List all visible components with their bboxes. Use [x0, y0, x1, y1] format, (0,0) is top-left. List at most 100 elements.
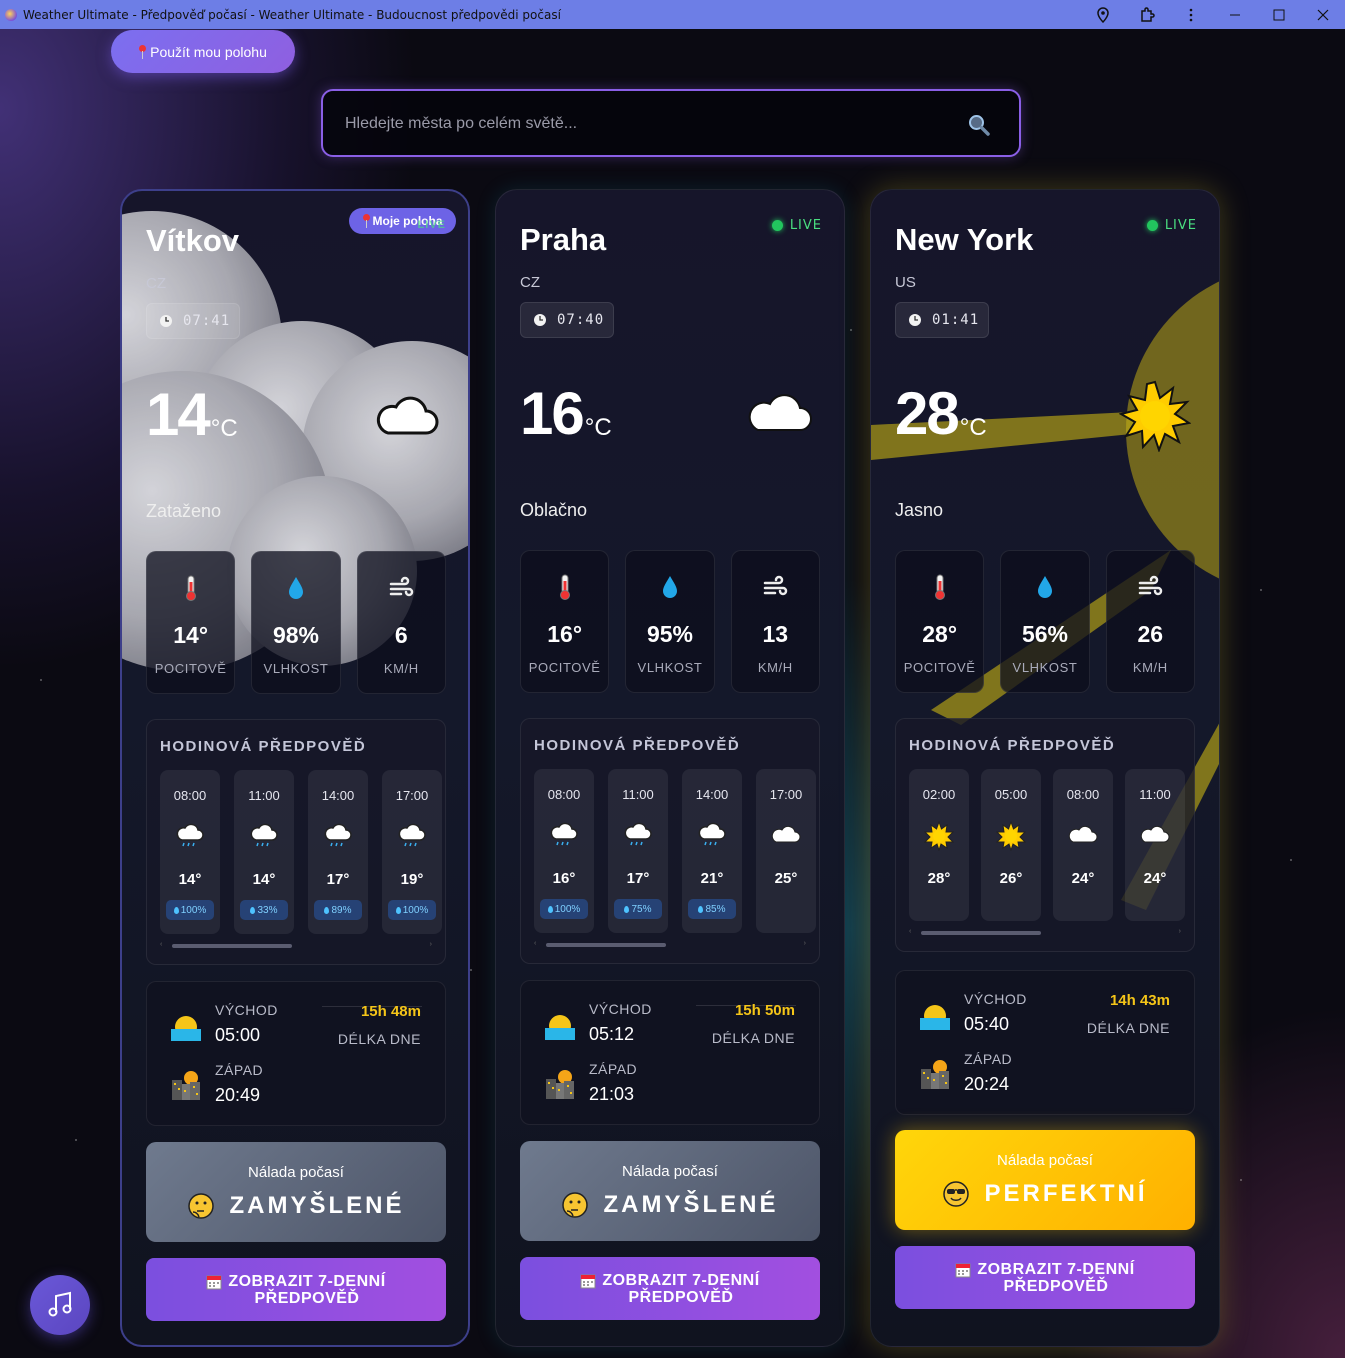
- seven-day-forecast-button[interactable]: ZOBRAZIT 7-DENNÍ PŘEDPOVĚĎ: [895, 1246, 1195, 1309]
- hour-time: 08:00: [173, 788, 207, 803]
- sunrise-label: VÝCHOD: [964, 991, 1027, 1007]
- hourly-forecast: HODINOVÁ PŘEDPOVĚĎ 08:00 16° 100% 11:00 …: [520, 718, 820, 964]
- sunset-city-icon: [172, 1071, 200, 1100]
- scroll-right-icon[interactable]: ›: [430, 941, 432, 948]
- wind-unit-label: KM/H: [383, 661, 419, 676]
- feels-like-value: 14°: [173, 622, 209, 648]
- sunrise-label: VÝCHOD: [589, 1001, 652, 1017]
- sunglasses-face-icon: [943, 1181, 970, 1207]
- location-icon[interactable]: [1081, 0, 1125, 29]
- humidity-stat: 98% VLHKOST: [251, 551, 341, 694]
- hour-item: 08:00 14° 100%: [160, 770, 220, 934]
- hour-time: 02:00: [922, 787, 956, 802]
- hour-time: 11:00: [248, 788, 280, 803]
- seven-day-forecast-button[interactable]: ZOBRAZIT 7-DENNÍ PŘEDPOVĚĎ: [520, 1257, 820, 1320]
- hour-item: 08:00 16° 100%: [534, 769, 594, 933]
- scroll-left-icon[interactable]: ‹: [909, 928, 911, 935]
- scroll-right-icon[interactable]: ›: [804, 940, 806, 947]
- scrollbar-thumb[interactable]: [172, 944, 292, 948]
- clock-icon: [534, 314, 546, 326]
- hour-temp: 24°: [1143, 870, 1167, 887]
- hour-temp: 28°: [927, 870, 951, 887]
- hourly-list[interactable]: 02:00 28° 05:00 26° 08:00 24° 11:00 24°: [909, 769, 1194, 921]
- hour-time: 17:00: [395, 788, 429, 803]
- hourly-scrollbar[interactable]: ‹ ›: [534, 940, 806, 948]
- thinking-face-icon: [562, 1192, 589, 1218]
- droplet-icon: [395, 906, 401, 914]
- scroll-left-icon[interactable]: ‹: [534, 940, 536, 947]
- rain-chance-value: 100%: [180, 904, 207, 916]
- sunrise-icon: [171, 1016, 201, 1041]
- hourly-forecast: HODINOVÁ PŘEDPOVĚĎ 02:00 28° 05:00 26° 0…: [895, 718, 1195, 952]
- wind-unit-label: KM/H: [1132, 660, 1168, 675]
- wind-value: 13: [762, 621, 789, 647]
- seven-day-forecast-button[interactable]: ZOBRAZIT 7-DENNÍ PŘEDPOVĚĎ: [146, 1258, 446, 1321]
- maximize-button[interactable]: [1257, 0, 1301, 29]
- wind-icon: [390, 576, 414, 597]
- hour-temp: 25°: [774, 870, 798, 887]
- close-button[interactable]: [1301, 0, 1345, 29]
- hour-item: 17:00 19° 100%: [382, 770, 442, 934]
- scroll-right-icon[interactable]: ›: [1179, 928, 1181, 935]
- sun-times: VÝCHOD 05:40 ZÁPAD 20:24 14h 43m DÉLKA D…: [895, 970, 1195, 1115]
- pin-icon: [139, 44, 147, 59]
- minimize-button[interactable]: [1213, 0, 1257, 29]
- use-my-location-button[interactable]: Použít mou polohu: [111, 30, 295, 73]
- sunrise-value: 05:12: [589, 1024, 635, 1044]
- hourly-list[interactable]: 08:00 14° 100% 11:00 14° 33% 14:00 17° 8…: [160, 770, 445, 934]
- search-icon[interactable]: [967, 113, 991, 137]
- hourly-scrollbar[interactable]: ‹ ›: [160, 941, 432, 949]
- mood-title: Nálada počasí: [997, 1152, 1093, 1169]
- wind-value: 6: [394, 622, 408, 648]
- hourly-forecast-title: HODINOVÁ PŘEDPOVĚĎ: [534, 737, 741, 754]
- weather-card-new-york[interactable]: New York US 01:41 LIVE 28 °C Jasno 28° P…: [870, 189, 1220, 1347]
- sunrise-icon: [545, 1015, 575, 1040]
- sunrise-label: VÝCHOD: [215, 1002, 278, 1018]
- hour-temp: 17°: [626, 870, 650, 887]
- hour-item: 05:00 26°: [981, 769, 1041, 921]
- extensions-icon[interactable]: [1125, 0, 1169, 29]
- scrollbar-thumb[interactable]: [546, 943, 666, 947]
- hourly-scrollbar[interactable]: ‹ ›: [909, 928, 1181, 936]
- rain-cloud-icon: [250, 823, 278, 847]
- rain-chance-value: 75%: [631, 903, 652, 915]
- more-options-icon[interactable]: [1169, 0, 1213, 29]
- weather-mood: Nálada počasí ZAMYŠLENÉ: [520, 1141, 820, 1241]
- music-toggle-button[interactable]: [30, 1275, 90, 1335]
- weather-card-praha[interactable]: Praha CZ 07:40 LIVE 16 °C Oblačno 16° PO…: [495, 189, 845, 1347]
- weather-card-vitkov[interactable]: Vítkov CZ 07:41 Moje poloha LIVE 14 °C Z…: [120, 189, 470, 1347]
- forecast-button-label: ZOBRAZIT 7-DENNÍ: [977, 1260, 1135, 1278]
- current-temperature: 28 °C: [895, 384, 987, 444]
- city-name: New York: [895, 222, 1034, 257]
- forecast-button-label-2: PŘEDPOVĚĎ: [254, 1289, 360, 1307]
- wind-stat: 6 KM/H: [356, 551, 446, 694]
- live-indicator-label: LIVE: [1164, 218, 1197, 233]
- hourly-list[interactable]: 08:00 16° 100% 11:00 17° 75% 14:00 21° 8…: [534, 769, 819, 933]
- wind-value: 26: [1137, 621, 1164, 647]
- weather-stats: 28° POCITOVĚ 56% VLHKOST 26 KM/H: [895, 550, 1195, 693]
- live-indicator-label: LIVE: [417, 219, 446, 231]
- live-indicator: LIVE: [771, 218, 822, 233]
- star-decoration: [40, 679, 42, 681]
- sun-times: VÝCHOD 05:00 ZÁPAD 20:49 15h 48m DÉLKA D…: [146, 981, 446, 1126]
- hour-time: 14:00: [321, 788, 355, 803]
- thermometer-icon: [934, 574, 945, 600]
- star-decoration: [1260, 589, 1262, 591]
- live-indicator-label: LIVE: [789, 218, 822, 233]
- rain-chance-value: 85%: [705, 903, 726, 915]
- hour-temp: 21°: [700, 870, 724, 887]
- weather-description: Oblačno: [520, 500, 588, 520]
- cloud-icon: [376, 396, 439, 435]
- droplet-icon: [662, 576, 677, 598]
- hourly-forecast-title: HODINOVÁ PŘEDPOVĚĎ: [160, 738, 367, 755]
- hour-temp: 26°: [999, 870, 1023, 887]
- mood-value: ZAMYŠLENÉ: [229, 1192, 405, 1219]
- search-input[interactable]: [345, 111, 945, 137]
- scrollbar-thumb[interactable]: [921, 931, 1041, 935]
- app-icon: [5, 8, 17, 21]
- scroll-left-icon[interactable]: ‹: [160, 941, 162, 948]
- calendar-icon: [955, 1263, 971, 1277]
- hour-item: 11:00 24°: [1125, 769, 1185, 921]
- hour-item: 08:00 24°: [1053, 769, 1113, 921]
- temperature-value: 16: [520, 380, 585, 447]
